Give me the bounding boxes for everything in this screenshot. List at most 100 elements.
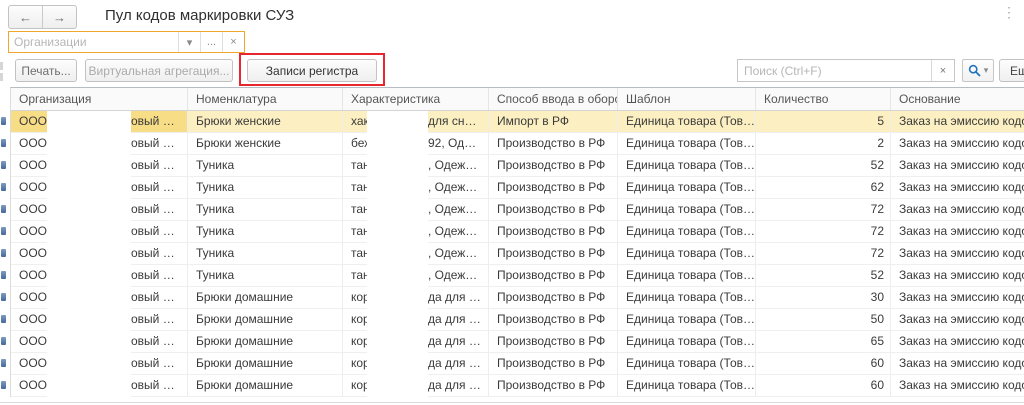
table-row[interactable]: ООО "С овый … Брюки домашние корал да дл… bbox=[11, 331, 1024, 353]
search-clear-button[interactable]: × bbox=[931, 60, 954, 81]
method-cell[interactable]: Производство в РФ bbox=[489, 133, 618, 154]
virtual-aggregation-button[interactable]: Виртуальная агрегация... bbox=[85, 59, 233, 82]
quantity-cell[interactable]: 65 bbox=[756, 331, 891, 352]
organization-cell[interactable]: ООО "С овый … bbox=[11, 375, 188, 396]
basis-cell[interactable]: Заказ на эмиссию кодов bbox=[891, 243, 1024, 264]
column-header-organization[interactable]: Организация bbox=[11, 88, 188, 110]
template-cell[interactable]: Единица товара (Тов… bbox=[618, 287, 756, 308]
table-row[interactable]: ООО "С овый … Брюки домашние корал да дл… bbox=[11, 309, 1024, 331]
quantity-cell[interactable]: 5 bbox=[756, 111, 891, 132]
more-actions-button[interactable]: Ещ bbox=[999, 59, 1024, 82]
characteristic-cell[interactable]: тане , Одеж… bbox=[343, 155, 489, 176]
filter-clear-button[interactable]: × bbox=[222, 32, 244, 52]
quantity-cell[interactable]: 72 bbox=[756, 199, 891, 220]
quantity-cell[interactable]: 72 bbox=[756, 221, 891, 242]
table-row[interactable]: ООО "С овый … Туника тане , Одеж… Произв… bbox=[11, 199, 1024, 221]
quantity-cell[interactable]: 2 bbox=[756, 133, 891, 154]
characteristic-cell[interactable]: тане , Одеж… bbox=[343, 199, 489, 220]
table-row[interactable]: ООО "С овый … Туника тане , Одеж… Произв… bbox=[11, 221, 1024, 243]
characteristic-cell[interactable]: тане , Одеж… bbox=[343, 221, 489, 242]
table-row[interactable]: ООО "С овый … Туника тане , Одеж… Произв… bbox=[11, 177, 1024, 199]
organization-cell[interactable]: ООО "С овый … bbox=[11, 309, 188, 330]
basis-cell[interactable]: Заказ на эмиссию кодов bbox=[891, 133, 1024, 154]
template-cell[interactable]: Единица товара (Тов… bbox=[618, 353, 756, 374]
characteristic-cell[interactable]: корал да для … bbox=[343, 353, 489, 374]
template-cell[interactable]: Единица товара (Тов… bbox=[618, 177, 756, 198]
template-cell[interactable]: Единица товара (Тов… bbox=[618, 309, 756, 330]
method-cell[interactable]: Производство в РФ bbox=[489, 155, 618, 176]
quantity-cell[interactable]: 52 bbox=[756, 155, 891, 176]
method-cell[interactable]: Производство в РФ bbox=[489, 375, 618, 396]
characteristic-cell[interactable]: корал да для … bbox=[343, 331, 489, 352]
table-row[interactable]: ООО "С овый … Брюки женские хаки, для сн… bbox=[11, 111, 1024, 133]
quantity-cell[interactable]: 60 bbox=[756, 375, 891, 396]
template-cell[interactable]: Единица товара (Тов… bbox=[618, 221, 756, 242]
nomenclature-cell[interactable]: Туника bbox=[188, 243, 343, 264]
nomenclature-cell[interactable]: Брюки домашние bbox=[188, 331, 343, 352]
template-cell[interactable]: Единица товара (Тов… bbox=[618, 375, 756, 396]
template-cell[interactable]: Единица товара (Тов… bbox=[618, 155, 756, 176]
column-header-nomenclature[interactable]: Номенклатура bbox=[188, 88, 343, 110]
filter-dropdown-button[interactable]: ▾ bbox=[178, 32, 200, 52]
filter-choose-button[interactable]: ... bbox=[200, 32, 222, 52]
organization-cell[interactable]: ООО "С овый … bbox=[11, 353, 188, 374]
method-cell[interactable]: Производство в РФ bbox=[489, 353, 618, 374]
characteristic-cell[interactable]: беже 92, Од… bbox=[343, 133, 489, 154]
window-menu-icon[interactable]: ⋮ bbox=[1002, 4, 1016, 20]
table-row[interactable]: ООО "С овый … Брюки домашние корал да дл… bbox=[11, 287, 1024, 309]
table-row[interactable]: ООО "С овый … Туника тане , Одеж… Произв… bbox=[11, 265, 1024, 287]
search-button[interactable]: ▾ bbox=[962, 59, 994, 82]
basis-cell[interactable]: Заказ на эмиссию кодов bbox=[891, 111, 1024, 132]
nomenclature-cell[interactable]: Туника bbox=[188, 177, 343, 198]
basis-cell[interactable]: Заказ на эмиссию кодов bbox=[891, 331, 1024, 352]
nomenclature-cell[interactable]: Туника bbox=[188, 199, 343, 220]
organization-cell[interactable]: ООО "С овый … bbox=[11, 133, 188, 154]
basis-cell[interactable]: Заказ на эмиссию кодов bbox=[891, 155, 1024, 176]
method-cell[interactable]: Производство в РФ bbox=[489, 287, 618, 308]
column-header-basis[interactable]: Основание bbox=[891, 88, 1024, 110]
template-cell[interactable]: Единица товара (Тов… bbox=[618, 265, 756, 286]
organization-cell[interactable]: ООО "С овый … bbox=[11, 111, 188, 132]
method-cell[interactable]: Импорт в РФ bbox=[489, 111, 618, 132]
organization-cell[interactable]: ООО "С овый … bbox=[11, 331, 188, 352]
organization-cell[interactable]: ООО "С овый … bbox=[11, 221, 188, 242]
characteristic-cell[interactable]: корал да для … bbox=[343, 287, 489, 308]
register-records-button[interactable]: Записи регистра bbox=[247, 59, 377, 82]
column-header-quantity[interactable]: Количество bbox=[756, 88, 891, 110]
column-header-template[interactable]: Шаблон bbox=[618, 88, 756, 110]
table-row[interactable]: ООО "С овый … Туника тане , Одеж… Произв… bbox=[11, 243, 1024, 265]
nomenclature-cell[interactable]: Брюки домашние bbox=[188, 287, 343, 308]
nomenclature-cell[interactable]: Брюки домашние bbox=[188, 309, 343, 330]
characteristic-cell[interactable]: корал да для … bbox=[343, 375, 489, 396]
characteristic-cell[interactable]: тане , Одеж… bbox=[343, 243, 489, 264]
template-cell[interactable]: Единица товара (Тов… bbox=[618, 133, 756, 154]
method-cell[interactable]: Производство в РФ bbox=[489, 199, 618, 220]
quantity-cell[interactable]: 52 bbox=[756, 265, 891, 286]
organization-cell[interactable]: ООО "С овый … bbox=[11, 199, 188, 220]
method-cell[interactable]: Производство в РФ bbox=[489, 243, 618, 264]
organization-cell[interactable]: ООО "С овый … bbox=[11, 265, 188, 286]
table-row[interactable]: ООО "С овый … Туника тане , Одеж… Произв… bbox=[11, 155, 1024, 177]
quantity-cell[interactable]: 50 bbox=[756, 309, 891, 330]
table-row[interactable]: ООО "С овый … Брюки домашние корал да дл… bbox=[11, 353, 1024, 375]
basis-cell[interactable]: Заказ на эмиссию кодов bbox=[891, 221, 1024, 242]
quantity-cell[interactable]: 72 bbox=[756, 243, 891, 264]
basis-cell[interactable]: Заказ на эмиссию кодов bbox=[891, 265, 1024, 286]
forward-button[interactable]: → bbox=[42, 6, 76, 28]
basis-cell[interactable]: Заказ на эмиссию кодов bbox=[891, 177, 1024, 198]
table-row[interactable]: ООО "С овый … Брюки домашние корал да дл… bbox=[11, 375, 1024, 397]
print-button[interactable]: Печать... bbox=[15, 59, 77, 82]
nomenclature-cell[interactable]: Туника bbox=[188, 221, 343, 242]
characteristic-cell[interactable]: хаки, для сн… bbox=[343, 111, 489, 132]
quantity-cell[interactable]: 60 bbox=[756, 353, 891, 374]
basis-cell[interactable]: Заказ на эмиссию кодов bbox=[891, 353, 1024, 374]
characteristic-cell[interactable]: тане , Одеж… bbox=[343, 265, 489, 286]
organization-cell[interactable]: ООО "С овый … bbox=[11, 155, 188, 176]
method-cell[interactable]: Производство в РФ bbox=[489, 177, 618, 198]
nomenclature-cell[interactable]: Брюки домашние bbox=[188, 353, 343, 374]
method-cell[interactable]: Производство в РФ bbox=[489, 309, 618, 330]
back-button[interactable]: ← bbox=[9, 6, 42, 28]
table-row[interactable]: ООО "С овый … Брюки женские беже 92, Од…… bbox=[11, 133, 1024, 155]
template-cell[interactable]: Единица товара (Тов… bbox=[618, 199, 756, 220]
characteristic-cell[interactable]: тане , Одеж… bbox=[343, 177, 489, 198]
